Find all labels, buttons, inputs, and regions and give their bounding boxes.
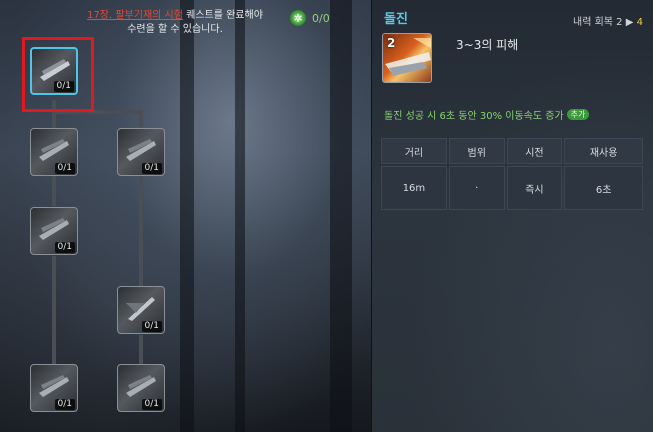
skill-stats-table: 거리 범위 시전 재사용 16m · 즉시 6초 xyxy=(379,136,645,212)
skill-level: 0/1 xyxy=(141,321,162,332)
stat-value-distance: 16m xyxy=(381,166,447,210)
skill-node-right-1[interactable]: 0/1 xyxy=(117,128,165,176)
background-tree xyxy=(330,0,352,432)
skill-node-left-3[interactable]: 0/1 xyxy=(30,364,78,412)
stat-header-cast: 시전 xyxy=(506,138,563,164)
quest-link[interactable]: 17장. 팔부기재의 시험 xyxy=(87,10,183,21)
skill-level: 0/1 xyxy=(141,163,162,174)
effect-line: 돌진 성공 시 6초 동안 30% 이동속도 증가 추가 xyxy=(384,107,590,122)
blade-skill-icon xyxy=(126,297,155,321)
background-tree xyxy=(180,0,194,432)
tree-connector xyxy=(139,110,143,127)
recovery-label: 내력 회복 2 xyxy=(573,17,623,28)
resource-recovery: 내력 회복 2 ▶ 4 xyxy=(573,13,643,28)
quest-notice-text: 퀘스트를 완료해야 xyxy=(182,10,263,21)
stat-value-range: · xyxy=(448,166,505,210)
skill-icon-large: 2 xyxy=(382,33,432,83)
tree-connector xyxy=(52,176,56,206)
skill-level: 0/1 xyxy=(54,242,75,253)
tree-connector xyxy=(139,335,143,364)
skill-node-left-1[interactable]: 0/1 xyxy=(30,128,78,176)
slash-skill-icon xyxy=(126,375,156,397)
stats-value-row: 16m · 즉시 6초 xyxy=(381,166,643,210)
slash-skill-icon xyxy=(126,139,156,161)
skill-name: 돌진 xyxy=(384,12,408,27)
quest-notice-text-2: 수련을 할 수 있습니다. xyxy=(127,24,223,35)
skill-points-value: 0/0 xyxy=(312,11,330,25)
stat-header-cooldown: 재사용 xyxy=(564,138,643,164)
skill-tree-panel: 0/1 0/1 0/1 0/1 0/1 0/1 0/1 xyxy=(0,0,372,432)
skill-level: 0/1 xyxy=(54,399,75,410)
skill-node-right-2[interactable]: 0/1 xyxy=(117,286,165,334)
skill-detail-panel: 돌진 내력 회복 2 ▶ 4 2 3~3의 피해 돌진 성공 시 6초 동안 3… xyxy=(372,0,653,432)
skill-node-right-3[interactable]: 0/1 xyxy=(117,364,165,412)
stat-header-range: 범위 xyxy=(448,138,505,164)
slash-skill-icon xyxy=(39,139,69,161)
arrow-icon: ▶ xyxy=(625,17,634,28)
skill-point-icon: ✲ xyxy=(290,10,306,26)
stats-header-row: 거리 범위 시전 재사용 xyxy=(381,138,643,164)
skill-points: ✲ 0/0 xyxy=(290,10,330,26)
recovery-next-value: 4 xyxy=(636,17,643,28)
quest-requirement-notice: 17장. 팔부기재의 시험 퀘스트를 완료해야 수련을 할 수 있습니다. xyxy=(60,9,290,37)
effect-add-badge: 추가 xyxy=(566,109,590,120)
tree-connector xyxy=(139,176,143,286)
slash-skill-icon xyxy=(39,218,69,240)
stat-value-cast: 즉시 xyxy=(506,166,563,210)
skill-level: 0/1 xyxy=(141,399,162,410)
tree-connector xyxy=(52,256,56,364)
slash-skill-icon xyxy=(39,375,69,397)
selection-highlight xyxy=(22,37,94,112)
damage-text: 3~3의 피해 xyxy=(456,38,519,52)
background-tree xyxy=(235,0,245,432)
skill-node-left-2[interactable]: 0/1 xyxy=(30,207,78,255)
stat-header-distance: 거리 xyxy=(381,138,447,164)
effect-text: 돌진 성공 시 6초 동안 30% 이동속도 증가 xyxy=(384,111,564,122)
skill-icon-level: 2 xyxy=(387,36,396,50)
stat-value-cooldown: 6초 xyxy=(564,166,643,210)
skill-level: 0/1 xyxy=(54,163,75,174)
